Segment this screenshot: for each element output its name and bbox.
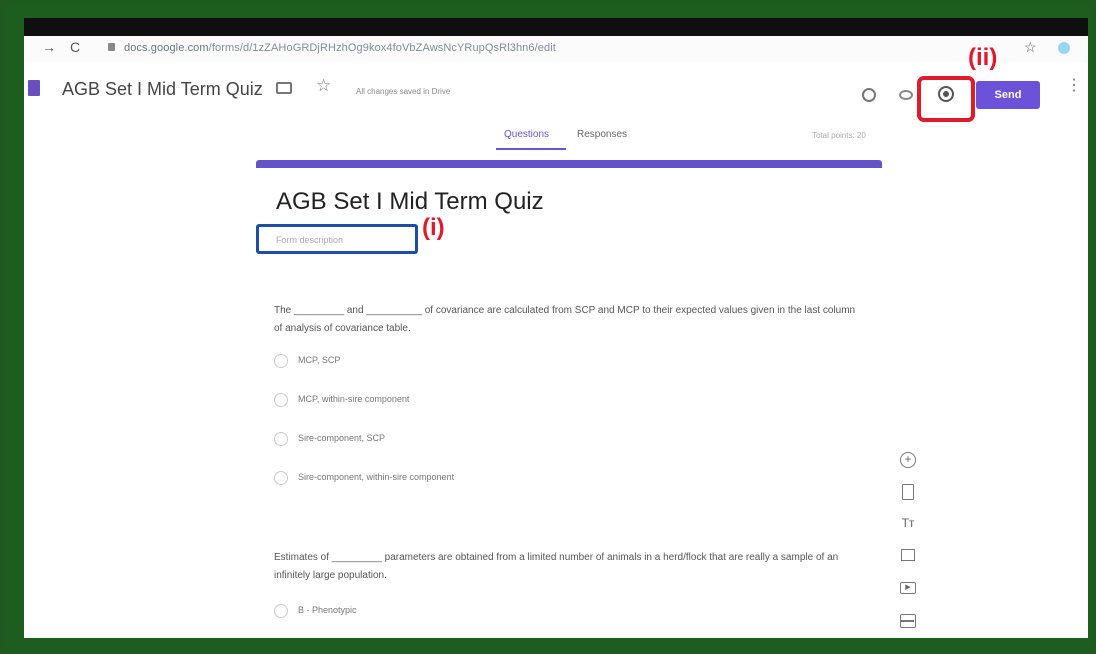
url-field[interactable]: docs.google.com/forms/d/1zZAHoGRDjRHzhOg… — [124, 42, 556, 54]
tab-questions[interactable]: Questions — [504, 129, 549, 140]
browser-address-bar: → C docs.google.com/forms/d/1zZAHoGRDjRH… — [24, 36, 1088, 62]
reload-icon[interactable]: C — [70, 39, 80, 55]
star-icon[interactable]: ☆ — [316, 76, 331, 96]
url-host: docs.google.com — [124, 42, 209, 54]
form-header-accent-bar — [256, 160, 882, 168]
radio-button[interactable] — [274, 471, 288, 485]
folder-icon[interactable] — [276, 82, 292, 94]
add-question-icon[interactable]: + — [900, 452, 916, 468]
screen: → C docs.google.com/forms/d/1zZAHoGRDjRH… — [24, 18, 1088, 638]
send-button[interactable]: Send — [976, 81, 1040, 109]
option-label: Sire-component, within-sire component — [298, 472, 455, 482]
add-section-icon[interactable] — [900, 614, 916, 628]
add-video-icon[interactable]: ▶ — [900, 582, 916, 594]
forward-icon[interactable]: → — [42, 39, 56, 55]
active-tab-indicator — [496, 148, 566, 150]
more-vert-icon[interactable]: ⋮ — [1066, 78, 1082, 94]
annotation-label-i: (i) — [422, 214, 445, 241]
question-2-text[interactable]: Estimates of _________ parameters are ob… — [274, 549, 864, 585]
radio-button[interactable] — [274, 393, 288, 407]
radio-button[interactable] — [274, 432, 288, 446]
lock-icon — [108, 43, 115, 51]
question-1-text[interactable]: The _________ and __________ of covarian… — [274, 302, 864, 338]
total-points: Total points: 20 — [812, 131, 866, 140]
saved-status: All changes saved in Drive — [356, 87, 451, 96]
radio-button[interactable] — [274, 604, 288, 618]
url-path: /forms/d/1zZAHoGRDjRHzhOg9kox4foVbZAwsNc… — [208, 42, 556, 54]
palette-icon[interactable] — [862, 88, 876, 102]
monitor-bezel — [24, 18, 1088, 36]
extension-icon[interactable] — [1058, 42, 1070, 54]
add-title-text-icon[interactable]: Tт — [900, 515, 916, 531]
option-label: B - Phenotypic — [298, 605, 357, 615]
option-label: MCP, SCP — [298, 355, 341, 365]
form-title[interactable]: AGB Set I Mid Term Quiz — [276, 188, 544, 216]
form-name-header[interactable]: AGB Set I Mid Term Quiz — [62, 79, 263, 100]
import-questions-icon[interactable] — [902, 484, 914, 500]
preview-eye-icon[interactable] — [899, 90, 913, 100]
tab-responses[interactable]: Responses — [577, 129, 627, 140]
annotation-label-ii: (ii) — [968, 44, 998, 71]
option-label: Sire-component, SCP — [298, 433, 386, 443]
description-highlight-box — [256, 224, 418, 254]
bookmark-star-icon[interactable]: ☆ — [1024, 39, 1037, 56]
forms-logo-icon[interactable] — [28, 80, 40, 96]
option-label: MCP, within-sire component — [298, 394, 410, 404]
photo-frame: → C docs.google.com/forms/d/1zZAHoGRDjRH… — [6, 4, 1092, 650]
add-image-icon[interactable] — [901, 549, 915, 561]
radio-button[interactable] — [274, 354, 288, 368]
settings-highlight-box — [917, 76, 975, 122]
